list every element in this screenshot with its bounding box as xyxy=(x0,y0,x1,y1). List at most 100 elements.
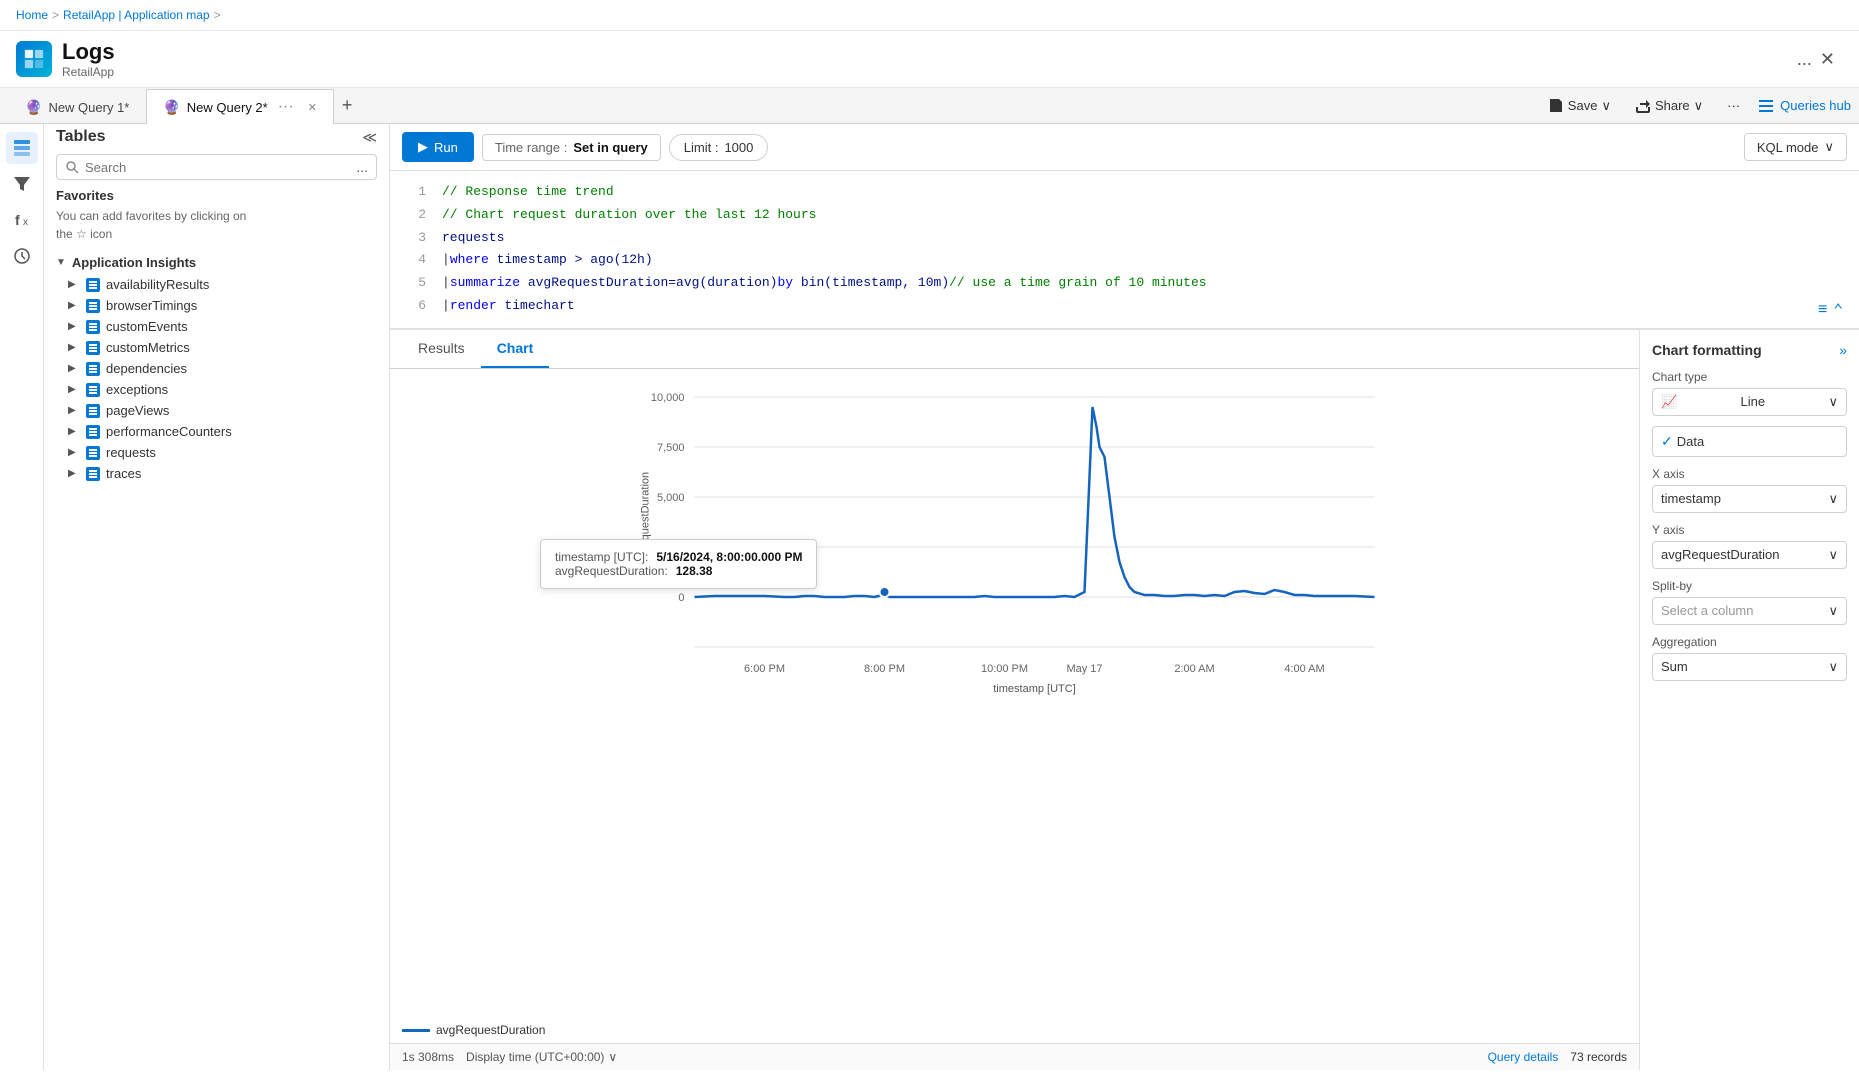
cf-data-check-icon: ✓ xyxy=(1661,433,1673,450)
code-line-6: 6 | render timechart xyxy=(390,295,1859,318)
close-button[interactable]: ✕ xyxy=(1812,45,1843,74)
search-box[interactable]: ... xyxy=(56,154,377,180)
functions-icon: fx xyxy=(13,211,31,229)
tab-query1[interactable]: 🔮 New Query 1* xyxy=(8,90,146,124)
status-bar: 1s 308ms Display time (UTC+00:00) ∨ Quer… xyxy=(390,1043,1639,1070)
cf-split-by-select[interactable]: Select a column ∨ xyxy=(1652,597,1847,625)
tab2-more[interactable]: ··· xyxy=(274,98,298,116)
header-more-button[interactable]: ... xyxy=(1797,49,1812,70)
limit-value: 1000 xyxy=(724,140,753,155)
table-row[interactable]: ▶ dependencies xyxy=(44,358,389,379)
legend-line-icon xyxy=(402,1029,430,1032)
tab-chart[interactable]: Chart xyxy=(481,330,550,368)
filter-icon xyxy=(13,175,31,193)
table-row[interactable]: ▶ traces xyxy=(44,463,389,484)
cf-y-axis-select[interactable]: avgRequestDuration ∨ xyxy=(1652,541,1847,569)
kql-mode-button[interactable]: KQL mode ∨ xyxy=(1744,133,1847,161)
save-icon xyxy=(1548,98,1564,114)
tab2-close[interactable]: ✕ xyxy=(308,101,317,114)
breadcrumb-retailapp[interactable]: RetailApp | Application map xyxy=(63,8,210,22)
table-icon xyxy=(86,299,100,313)
table-row[interactable]: ▶ browserTimings xyxy=(44,295,389,316)
share-button[interactable]: Share ∨ xyxy=(1629,94,1709,118)
sidebar-collapse-btn[interactable]: ≪ xyxy=(362,129,377,146)
table-icon xyxy=(86,341,100,355)
tables-icon-btn[interactable] xyxy=(6,132,38,164)
table-name: browserTimings xyxy=(106,298,197,313)
table-row[interactable]: ▶ exceptions xyxy=(44,379,389,400)
table-row[interactable]: ▶ customMetrics xyxy=(44,337,389,358)
chart-container: 10,000 7,500 5,000 2,500 0 6:00 PM 8:00 … xyxy=(390,369,1639,1017)
display-time-label: Display time (UTC+00:00) xyxy=(466,1050,604,1064)
table-chevron: ▶ xyxy=(68,300,80,311)
cf-x-axis-chevron: ∨ xyxy=(1828,491,1838,507)
svg-text:5,000: 5,000 xyxy=(657,492,685,504)
tables-list: ▶ availabilityResults ▶ browserTimings ▶… xyxy=(44,274,389,484)
code-editor[interactable]: 1 // Response time trend 2 // Chart requ… xyxy=(390,171,1859,330)
query-details-link[interactable]: Query details xyxy=(1488,1050,1559,1064)
cf-header: Chart formatting » xyxy=(1652,342,1847,358)
table-name: availabilityResults xyxy=(106,277,209,292)
queries-hub-icon xyxy=(1758,98,1774,114)
chart-svg: 10,000 7,500 5,000 2,500 0 6:00 PM 8:00 … xyxy=(402,377,1627,697)
cf-x-axis-select[interactable]: timestamp ∨ xyxy=(1652,485,1847,513)
search-more-btn[interactable]: ... xyxy=(356,159,368,175)
format-query-icon[interactable]: ≡ xyxy=(1818,301,1828,319)
section-app-insights[interactable]: ▼ Application Insights xyxy=(44,251,389,274)
table-row[interactable]: ▶ pageViews xyxy=(44,400,389,421)
run-button[interactable]: ▶ Run xyxy=(402,132,474,162)
table-row[interactable]: ▶ customEvents xyxy=(44,316,389,337)
section-chevron: ▼ xyxy=(56,257,66,268)
table-icon xyxy=(86,467,100,481)
queries-hub-button[interactable]: Queries hub xyxy=(1758,98,1851,114)
cf-split-by-chevron: ∨ xyxy=(1828,603,1838,619)
chart-legend: avgRequestDuration xyxy=(390,1017,1639,1043)
functions-icon-btn[interactable]: fx xyxy=(6,204,38,236)
svg-text:f: f xyxy=(15,212,20,228)
code-line-1: 1 // Response time trend xyxy=(390,181,1859,204)
cf-data-section[interactable]: ✓ Data xyxy=(1652,426,1847,457)
app-subtitle: RetailApp xyxy=(62,65,1789,79)
table-icon xyxy=(86,425,100,439)
cf-aggregation-select[interactable]: Sum ∨ xyxy=(1652,653,1847,681)
code-line-3: 3 requests xyxy=(390,227,1859,250)
cf-collapse-btn[interactable]: » xyxy=(1839,342,1847,358)
time-range-button[interactable]: Time range : Set in query xyxy=(482,134,661,161)
display-time-chevron: ∨ xyxy=(608,1050,617,1064)
svg-text:10:00 PM: 10:00 PM xyxy=(981,663,1028,675)
limit-button[interactable]: Limit : 1000 xyxy=(669,134,769,161)
tab-bar: 🔮 New Query 1* 🔮 New Query 2* ··· ✕ + Sa… xyxy=(0,88,1859,124)
records-count: 73 records xyxy=(1570,1050,1627,1064)
favorites-section: Favorites You can add favorites by click… xyxy=(44,188,389,251)
limit-label: Limit : xyxy=(684,140,719,155)
search-input[interactable] xyxy=(85,160,350,175)
table-row[interactable]: ▶ requests xyxy=(44,442,389,463)
collapse-editor-icon[interactable]: ⌃ xyxy=(1833,300,1843,320)
cf-chart-type-icon: 📈 xyxy=(1661,394,1677,410)
tab-query2[interactable]: 🔮 New Query 2* ··· ✕ xyxy=(146,89,334,124)
svg-text:x: x xyxy=(23,217,28,228)
table-name: requests xyxy=(106,445,156,460)
tab-results[interactable]: Results xyxy=(402,330,481,368)
time-range-value: Set in query xyxy=(573,140,647,155)
breadcrumb-sep1: > xyxy=(52,8,59,22)
table-chevron: ▶ xyxy=(68,405,80,416)
cf-aggregation-chevron: ∨ xyxy=(1828,659,1838,675)
cf-chart-type-select[interactable]: 📈 Line ∨ xyxy=(1652,388,1847,416)
svg-text:avgRequestDuration: avgRequestDuration xyxy=(640,472,652,572)
svg-text:0: 0 xyxy=(678,592,684,604)
cf-chart-type-chevron: ∨ xyxy=(1828,394,1838,410)
save-button[interactable]: Save ∨ xyxy=(1542,94,1617,118)
breadcrumb-home[interactable]: Home xyxy=(16,8,48,22)
section-label: Application Insights xyxy=(72,255,196,270)
display-time-button[interactable]: Display time (UTC+00:00) ∨ xyxy=(466,1050,617,1064)
history-icon-btn[interactable] xyxy=(6,240,38,272)
tab-bar-more[interactable]: ··· xyxy=(1721,94,1746,117)
table-row[interactable]: ▶ availabilityResults xyxy=(44,274,389,295)
time-range-label: Time range : xyxy=(495,140,568,155)
tab-add-button[interactable]: + xyxy=(334,91,361,120)
table-row[interactable]: ▶ performanceCounters xyxy=(44,421,389,442)
svg-text:4:00 AM: 4:00 AM xyxy=(1284,663,1324,675)
cf-aggregation-label: Aggregation xyxy=(1652,635,1847,649)
filters-icon-btn[interactable] xyxy=(6,168,38,200)
